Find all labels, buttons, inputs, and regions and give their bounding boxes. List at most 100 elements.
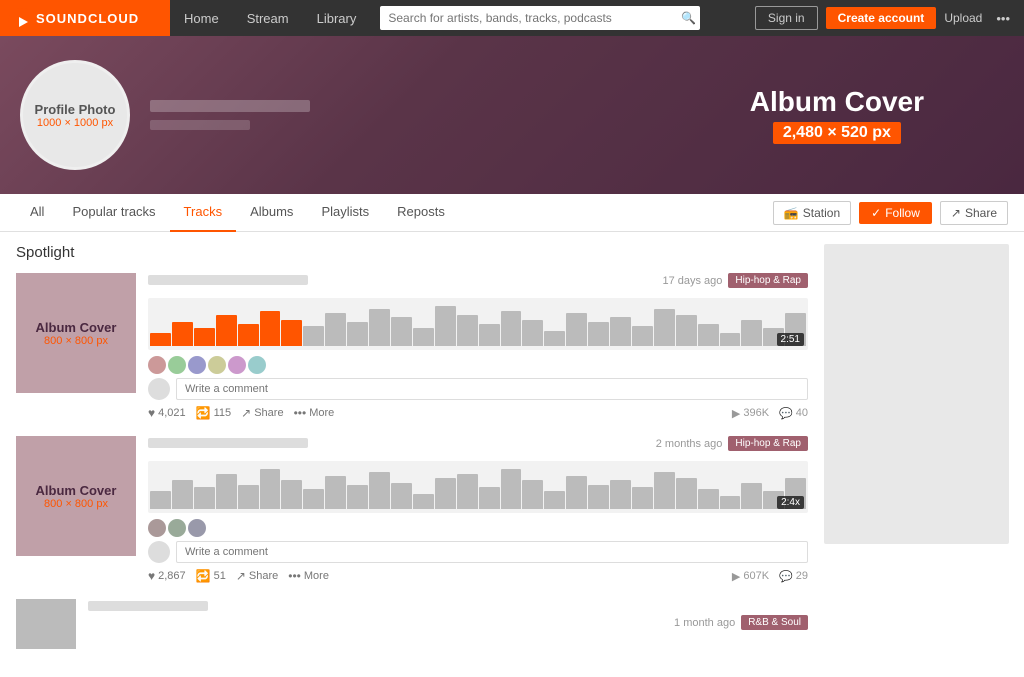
track-genre-2[interactable]: Hip-hop & Rap <box>728 436 808 451</box>
repost-action-2[interactable]: 🔁 51 <box>196 569 226 583</box>
track-details-3: 1 month ago R&B & Soul <box>76 599 808 649</box>
waveform-bar <box>413 494 434 509</box>
waveform-bar <box>457 474 478 509</box>
waveform-bar <box>610 480 631 509</box>
waveform-bar <box>281 320 302 346</box>
waveform-bar <box>435 306 456 346</box>
waveform-bar <box>303 326 324 346</box>
track-timestamp-3: 1 month ago <box>674 617 735 629</box>
more-action-1[interactable]: ••• More <box>294 406 335 420</box>
waveform-bar <box>654 472 675 509</box>
nav-stream[interactable]: Stream <box>233 0 303 36</box>
waveform-bar <box>501 311 522 346</box>
nav-links: Home Stream Library <box>170 0 370 36</box>
waveform-bar <box>544 331 565 346</box>
mini-avatar <box>208 356 226 374</box>
like-count-1: 4,021 <box>158 407 186 419</box>
upload-button[interactable]: Upload <box>944 11 982 25</box>
play-count-2: ▶ 607K <box>732 570 769 583</box>
search-input[interactable] <box>380 6 700 30</box>
waveform-bar <box>698 489 719 509</box>
tab-albums[interactable]: Albums <box>236 194 307 232</box>
comment-input-1[interactable] <box>176 378 808 400</box>
tab-popular-tracks[interactable]: Popular tracks <box>58 194 169 232</box>
follow-button[interactable]: ✓ Follow <box>859 202 932 224</box>
track-timestamp-1: 17 days ago <box>662 275 722 287</box>
waveform-bar <box>194 328 215 346</box>
more-icon-1: ••• <box>294 406 307 420</box>
share-icon-1: ↗ <box>241 406 251 420</box>
nav-library[interactable]: Library <box>303 0 371 36</box>
signin-button[interactable]: Sign in <box>755 6 818 30</box>
waveform-bar <box>347 485 368 509</box>
tab-all[interactable]: All <box>16 194 58 232</box>
waveform-bar <box>194 487 215 509</box>
search-wrapper: 🔍 <box>380 6 700 30</box>
tabs-row: All Popular tracks Tracks Albums Playlis… <box>0 194 1024 232</box>
avatar-row-2 <box>148 519 808 537</box>
mini-avatar <box>188 356 206 374</box>
waveform-bar <box>435 478 456 509</box>
share-action-2[interactable]: ↗ Share <box>236 569 278 583</box>
share-action-1[interactable]: ↗ Share <box>241 406 283 420</box>
repost-icon-2: 🔁 <box>196 569 211 583</box>
share-tab-button[interactable]: ↗ Share <box>940 201 1008 225</box>
waveform-bar <box>325 476 346 509</box>
comment-count-1: 💬 40 <box>779 407 808 420</box>
track-thumb-dims-2: 800 × 800 px <box>44 498 108 510</box>
waveform-bar <box>654 309 675 346</box>
track-name-2 <box>148 438 308 448</box>
feed-area: Spotlight Album Cover 800 × 800 px <box>0 232 824 677</box>
track-details-2: 2 months ago Hip-hop & Rap <box>136 436 808 583</box>
waveform-bar <box>741 320 762 346</box>
track-genre-1[interactable]: Hip-hop & Rap <box>728 273 808 288</box>
track-thumbnail-3 <box>16 599 76 649</box>
station-button[interactable]: 📻 Station <box>773 201 851 225</box>
station-icon: 📻 <box>784 206 799 220</box>
search-area: 🔍 <box>370 6 755 30</box>
tab-playlists[interactable]: Playlists <box>307 194 383 232</box>
tab-tracks[interactable]: Tracks <box>170 194 237 232</box>
mini-avatar <box>148 356 166 374</box>
waveform-bars-2 <box>148 461 808 513</box>
track-top-row-2: 2 months ago Hip-hop & Rap <box>148 436 808 451</box>
track-thumb-label-1: Album Cover <box>36 320 117 335</box>
share-label-1: Share <box>254 407 283 419</box>
more-options-icon[interactable]: ••• <box>990 11 1016 26</box>
track-genre-3[interactable]: R&B & Soul <box>741 615 808 630</box>
create-account-button[interactable]: Create account <box>826 7 937 29</box>
track-comment-row-1 <box>148 378 808 400</box>
comment-avatar-2 <box>148 541 170 563</box>
waveform-bars-1 <box>148 298 808 350</box>
play-icon-count: ▶ <box>732 407 740 420</box>
waveform-bar <box>588 485 609 509</box>
waveform-bar <box>457 315 478 346</box>
waveform-bar <box>281 480 302 509</box>
comment-count-2: 💬 29 <box>779 570 808 583</box>
comment-icon-2: 💬 <box>779 570 793 583</box>
logo-text: SOUNDCLOUD <box>36 11 139 26</box>
waveform-bar <box>391 483 412 509</box>
top-navigation: ☁ SOUNDCLOUD Home Stream Library 🔍 Sign … <box>0 0 1024 36</box>
heart-icon-2: ♥ <box>148 569 155 583</box>
track-timestamp-2: 2 months ago <box>656 438 723 450</box>
waveform-bar <box>522 480 543 509</box>
track-actions-2: ♥ 2,867 🔁 51 ↗ Share ••• <box>148 569 808 583</box>
mini-avatar <box>188 519 206 537</box>
repost-action-1[interactable]: 🔁 115 <box>196 406 232 420</box>
waveform-bar <box>698 324 719 346</box>
more-action-2[interactable]: ••• More <box>288 569 329 583</box>
like-action-2[interactable]: ♥ 2,867 <box>148 569 186 583</box>
waveform-bar <box>238 324 259 346</box>
mini-avatar <box>248 356 266 374</box>
nav-home[interactable]: Home <box>170 0 233 36</box>
tab-reposts[interactable]: Reposts <box>383 194 459 232</box>
comment-input-2[interactable] <box>176 541 808 563</box>
like-count-2: 2,867 <box>158 570 186 582</box>
search-icon-button[interactable]: 🔍 <box>681 11 696 25</box>
waveform-bar <box>238 485 259 509</box>
track-actions-1: ♥ 4,021 🔁 115 ↗ Share ••• <box>148 406 808 420</box>
waveform-1[interactable]: 2:51 <box>148 298 808 350</box>
waveform-2[interactable]: 2:4x <box>148 461 808 513</box>
like-action-1[interactable]: ♥ 4,021 <box>148 406 186 420</box>
